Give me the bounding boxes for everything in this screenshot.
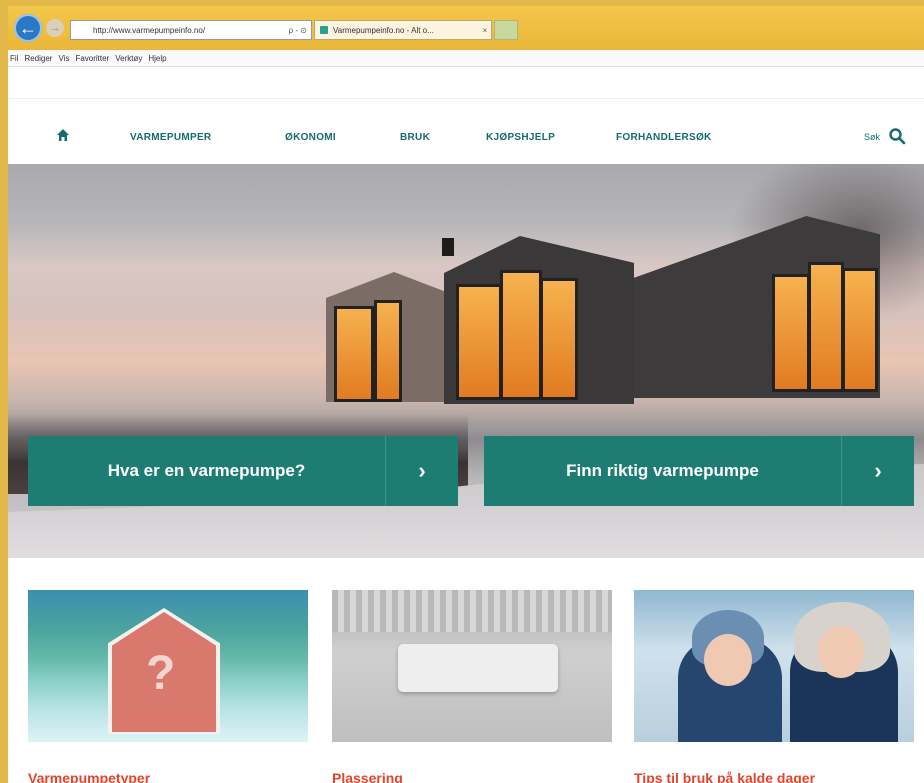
- menu-item-view[interactable]: Vis: [58, 54, 69, 63]
- nav-link-okonomi[interactable]: ØKONOMI: [285, 132, 336, 143]
- person-face: [704, 634, 752, 686]
- cabin-left: [326, 272, 462, 402]
- nav-link-kjopshjelp[interactable]: KJØPSHJELP: [486, 132, 555, 143]
- arrow-left-icon: ←: [19, 18, 37, 38]
- cabin-window: [808, 262, 844, 392]
- menu-item-favorites[interactable]: Favoritter: [75, 54, 109, 63]
- content-cards: ? Varmepumpetyper Plassering Tips til br…: [8, 558, 924, 783]
- card-image-heat-pump-types[interactable]: ?: [28, 590, 308, 742]
- air-conditioner-unit: [398, 644, 558, 692]
- menu-item-tools[interactable]: Verktøy: [115, 54, 142, 63]
- favicon-icon: [320, 26, 328, 34]
- nav-link-varmepumper[interactable]: VARMEPUMPER: [130, 132, 211, 143]
- card-title-heat-pump-types[interactable]: Varmepumpetyper: [28, 770, 150, 783]
- hero-banner: Hva er en varmepumpe? › Finn riktig varm…: [8, 164, 924, 558]
- cta-label: Hva er en varmepumpe?: [107, 461, 306, 480]
- tab-title: Varmepumpeinfo.no - Alt o...: [333, 25, 434, 35]
- cabin-window: [772, 274, 810, 392]
- address-controls[interactable]: ρ - ⊙: [267, 26, 311, 35]
- address-url[interactable]: http://www.varmepumpeinfo.no/: [71, 26, 267, 35]
- card-title-placement[interactable]: Plassering: [332, 770, 403, 783]
- menu-item-edit[interactable]: Rediger: [24, 54, 52, 63]
- cta-find-heat-pump[interactable]: Finn riktig varmepumpe ›: [484, 436, 914, 506]
- menu-bar: Fil Rediger Vis Favoritter Verktøy Hjelp: [8, 50, 924, 67]
- cabin-window: [500, 270, 542, 400]
- back-button[interactable]: ←: [14, 14, 42, 42]
- card-image-cold-day-tips[interactable]: [634, 590, 914, 742]
- nav-link-forhandlersok[interactable]: FORHANDLERSØK: [616, 132, 712, 143]
- chevron-right-icon: ›: [874, 458, 882, 483]
- arrow-right-icon: →: [49, 22, 61, 34]
- cabin-middle: [444, 236, 634, 404]
- search-icon[interactable]: [888, 127, 906, 145]
- new-tab-button[interactable]: [494, 20, 518, 40]
- site-navigation: VARMEPUMPER ØKONOMI BRUK KJØPSHJELP FORH…: [8, 98, 924, 157]
- ceiling-panels: [332, 590, 612, 632]
- tab-close-button[interactable]: ×: [479, 26, 491, 35]
- card-title-cold-day-tips[interactable]: Tips til bruk på kalde dager: [634, 770, 815, 783]
- address-bar[interactable]: http://www.varmepumpeinfo.no/ ρ - ⊙: [70, 20, 312, 40]
- cta-label: Finn riktig varmepumpe: [566, 461, 759, 480]
- nav-link-bruk[interactable]: BRUK: [400, 132, 430, 143]
- cta-what-is-heat-pump[interactable]: Hva er en varmepumpe? ›: [28, 436, 458, 506]
- question-mark-icon: ?: [146, 647, 176, 700]
- cabin-chimney: [442, 238, 454, 256]
- cabin-window: [456, 284, 502, 400]
- person-face: [818, 626, 864, 678]
- cabin-window: [540, 278, 578, 400]
- home-icon[interactable]: [56, 128, 70, 142]
- cabin-window: [374, 300, 402, 402]
- browser-titlebar: ← → http://www.varmepumpeinfo.no/ ρ - ⊙ …: [8, 6, 924, 50]
- menu-item-help[interactable]: Hjelp: [148, 54, 166, 63]
- chevron-right-icon: ›: [418, 458, 426, 483]
- menu-item-file[interactable]: Fil: [10, 54, 18, 63]
- browser-window: ← → http://www.varmepumpeinfo.no/ ρ - ⊙ …: [8, 6, 924, 783]
- card-image-placement[interactable]: [332, 590, 612, 742]
- search-label[interactable]: Søk: [864, 132, 880, 142]
- browser-tab[interactable]: Varmepumpeinfo.no - Alt o... ×: [314, 20, 492, 40]
- cabin-window: [842, 268, 878, 392]
- cabin-window: [334, 306, 374, 402]
- forward-button[interactable]: →: [46, 19, 64, 37]
